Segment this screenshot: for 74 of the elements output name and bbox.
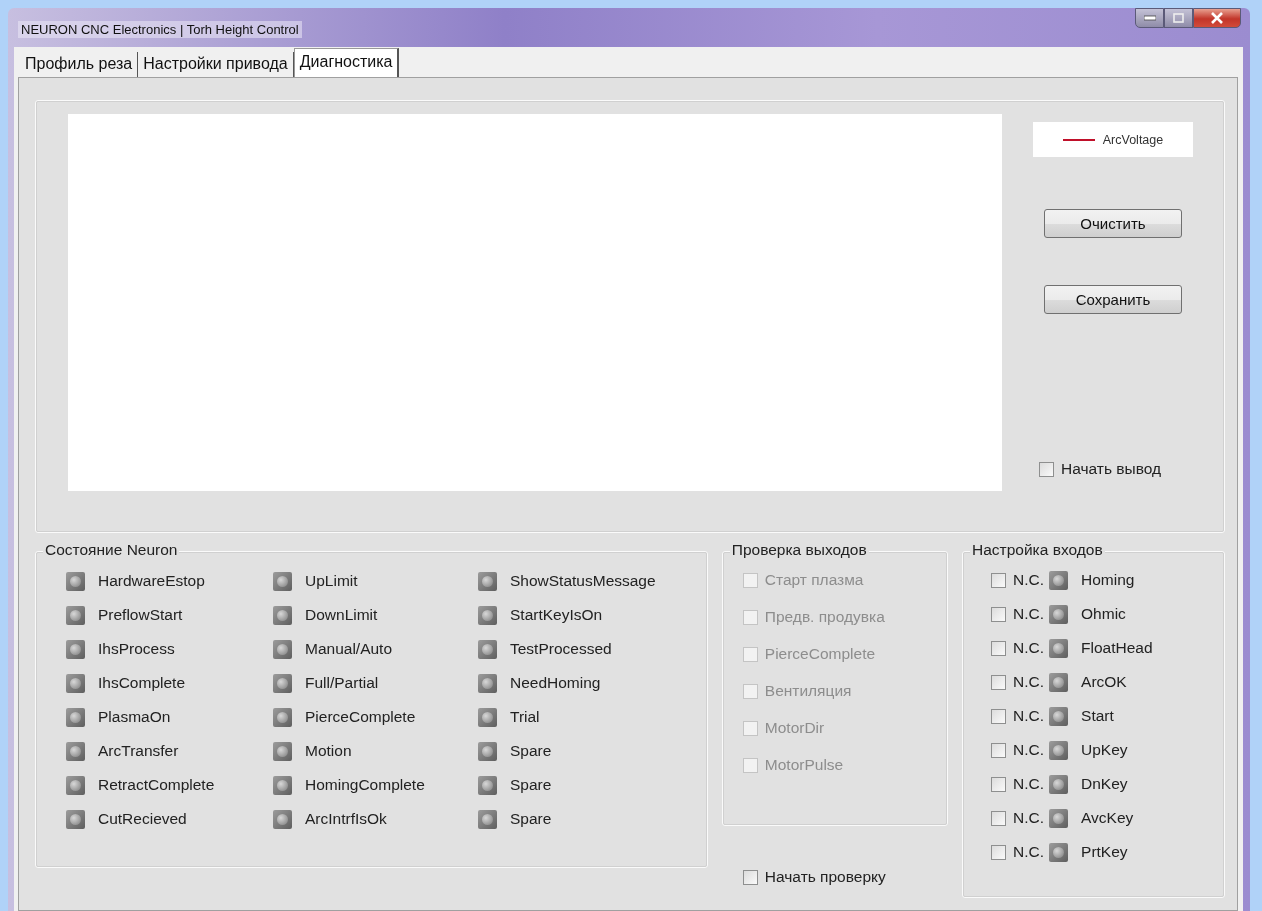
maximize-icon xyxy=(1173,13,1184,23)
checkbox-label: PierceComplete xyxy=(764,645,876,663)
legend-line-icon xyxy=(1062,138,1095,141)
chart-button[interactable]: Очистить xyxy=(1044,209,1182,238)
checkbox-label: Начать вывод xyxy=(1061,460,1162,478)
indicator-label: Homing xyxy=(1081,571,1135,589)
checkbox-label: N.C. xyxy=(1013,639,1045,657)
group-title: Настройка входов xyxy=(970,541,1105,559)
checkbox[interactable] xyxy=(991,810,1007,826)
indicator-label: DnKey xyxy=(1081,775,1128,793)
checkbox-label: N.C. xyxy=(1013,707,1045,725)
checkbox-label: N.C. xyxy=(1013,843,1045,861)
checkbox-label: N.C. xyxy=(1013,605,1045,623)
window-title: NEURON CNC Electronics | Torh Height Control xyxy=(18,21,302,38)
indicator-label: FloatHead xyxy=(1081,639,1153,657)
checkbox[interactable] xyxy=(991,742,1007,758)
checkbox-label: MotorPulse xyxy=(764,756,844,774)
indicator-label: CutRecieved xyxy=(98,810,187,828)
indicator-label: AvcKey xyxy=(1081,809,1134,827)
indicator-label: Ohmic xyxy=(1081,605,1126,623)
indicator-label: IhsComplete xyxy=(98,674,185,692)
indicator-label: ShowStatusMessage xyxy=(510,572,656,590)
indicator-label: ArcIntrfIsOk xyxy=(305,810,387,828)
checkbox-label: N.C. xyxy=(1013,741,1045,759)
chart-button[interactable]: Сохранить xyxy=(1044,285,1182,314)
checkbox-label: N.C. xyxy=(1013,809,1045,827)
indicator-label: StartKeyIsOn xyxy=(510,606,603,624)
checkbox[interactable] xyxy=(1039,461,1054,477)
indicator-label: PreflowStart xyxy=(98,606,183,624)
indicator-label: Start xyxy=(1081,707,1114,725)
indicator-label: ArcTransfer xyxy=(98,742,179,760)
indicator-label: PlasmaOn xyxy=(98,708,171,726)
checkbox-label: N.C. xyxy=(1013,571,1045,589)
indicator-label: DownLimit xyxy=(305,606,378,624)
checkbox[interactable] xyxy=(991,606,1007,622)
indicator-label: Motion xyxy=(305,742,352,760)
minimize-icon xyxy=(1143,15,1156,21)
indicator-label: HardwareEstop xyxy=(98,572,205,590)
checkbox-label: Начать проверку xyxy=(764,868,886,886)
checkbox[interactable] xyxy=(991,572,1007,588)
maximize-button[interactable] xyxy=(1164,8,1193,28)
checkbox-label: N.C. xyxy=(1013,673,1045,691)
minimize-button[interactable] xyxy=(1135,8,1164,28)
indicator-label: UpKey xyxy=(1081,741,1128,759)
indicator-label: RetractComplete xyxy=(98,776,215,794)
close-icon xyxy=(1210,12,1224,24)
indicator-label: Trial xyxy=(510,708,540,726)
checkbox[interactable] xyxy=(991,776,1007,792)
indicator-label: PrtKey xyxy=(1081,843,1128,861)
checkbox[interactable] xyxy=(991,640,1007,656)
checkbox[interactable] xyxy=(991,844,1007,860)
checkbox-label: Предв. продувка xyxy=(764,608,885,626)
indicator-label: ArcOK xyxy=(1081,673,1127,691)
checkbox-label: MotorDir xyxy=(764,719,825,737)
indicator-label: HomingComplete xyxy=(305,776,425,794)
close-button[interactable] xyxy=(1193,8,1241,28)
checkbox-label: Вентиляция xyxy=(764,682,852,700)
indicator-label: IhsProcess xyxy=(98,640,175,658)
indicator-label: PierceComplete xyxy=(305,708,416,726)
indicator-label: TestProcessed xyxy=(510,640,612,658)
indicator-label: NeedHoming xyxy=(510,674,601,692)
checkbox-label: Старт плазма xyxy=(764,571,864,589)
checkbox[interactable] xyxy=(991,674,1007,690)
checkbox[interactable] xyxy=(742,869,758,885)
tab[interactable]: Диагностика xyxy=(293,48,400,77)
indicator-label: Spare xyxy=(510,810,552,828)
checkbox-label: N.C. xyxy=(1013,775,1045,793)
indicator-label: Manual/Auto xyxy=(305,640,393,658)
indicator-label: Full/Partial xyxy=(305,674,379,692)
indicator-label: Spare xyxy=(510,742,552,760)
legend-label: ArcVoltage xyxy=(1102,132,1164,147)
indicator-label: Spare xyxy=(510,776,552,794)
indicator-label: UpLimit xyxy=(305,572,358,590)
checkbox[interactable] xyxy=(991,708,1007,724)
